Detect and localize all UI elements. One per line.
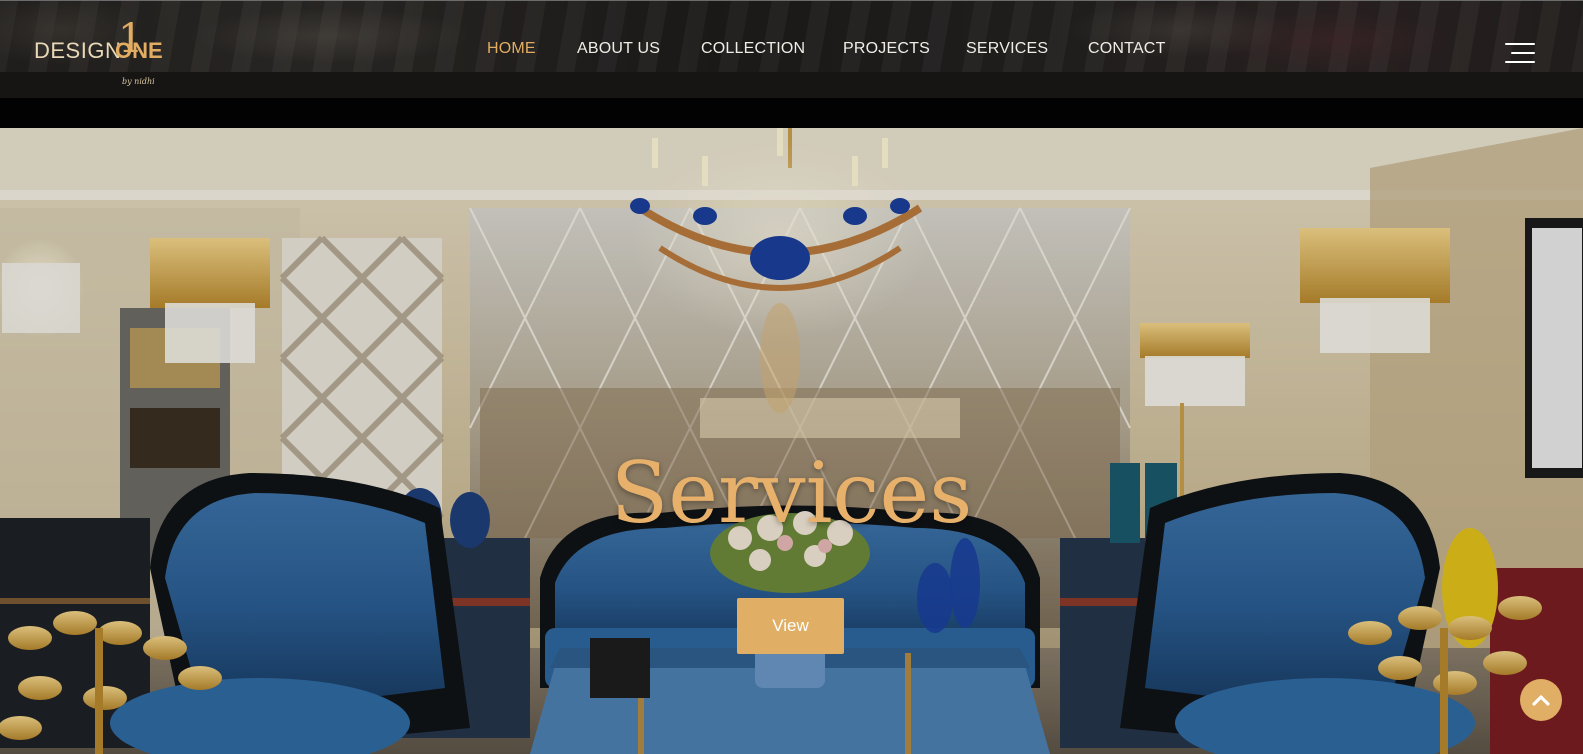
nav-projects[interactable]: PROJECTS xyxy=(843,40,930,58)
hero-banner: Services View xyxy=(0,128,1583,754)
logo-tagline: by nidhi xyxy=(122,77,155,86)
header-overlay xyxy=(0,0,1583,72)
hamburger-line-top xyxy=(1505,43,1535,45)
designone-logo[interactable]: DESIGN ONE 1 by nidhi xyxy=(32,12,172,88)
logo-design-text: DESIGN xyxy=(34,38,121,63)
nav-services[interactable]: SERVICES xyxy=(966,40,1048,58)
header-black-band xyxy=(0,98,1583,128)
nav-contact[interactable]: CONTACT xyxy=(1088,40,1166,58)
logo-numeral: 1 xyxy=(118,16,143,62)
chevron-up-icon xyxy=(1532,695,1550,706)
scroll-to-top-button[interactable] xyxy=(1520,679,1562,721)
nav-about-us[interactable]: ABOUT US xyxy=(577,40,660,58)
header-top-border xyxy=(0,0,1583,1)
hamburger-line-bottom xyxy=(1505,61,1535,63)
hero-background-photo xyxy=(0,128,1583,754)
hero-title: Services xyxy=(610,444,973,542)
site-header: DESIGN ONE 1 by nidhi HOME ABOUT US COLL… xyxy=(0,0,1583,98)
hamburger-icon[interactable] xyxy=(1503,42,1535,64)
page: DESIGN ONE 1 by nidhi HOME ABOUT US COLL… xyxy=(0,0,1583,754)
nav-collection[interactable]: COLLECTION xyxy=(701,40,805,58)
hamburger-line-middle xyxy=(1511,52,1535,54)
view-button[interactable]: View xyxy=(737,598,844,654)
nav-home[interactable]: HOME xyxy=(487,40,536,58)
